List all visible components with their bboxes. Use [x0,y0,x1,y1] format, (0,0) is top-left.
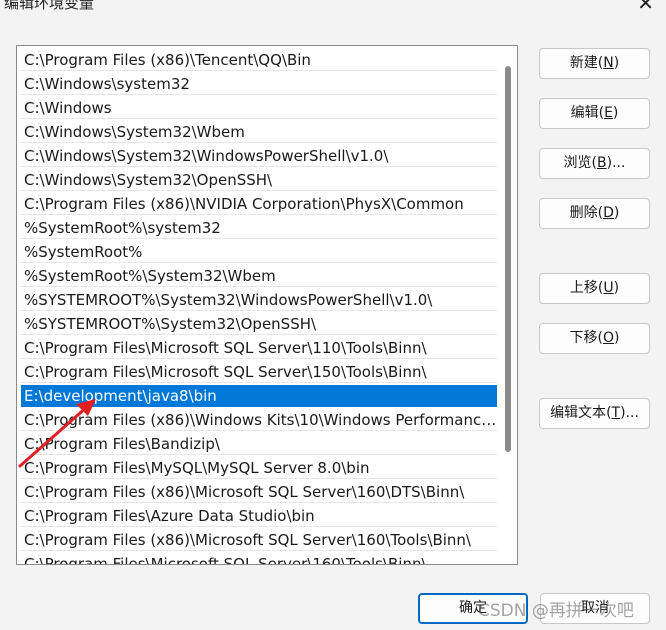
edit-button-key: E [604,105,613,121]
move-up-button-label: 上移 [569,280,598,296]
list-item[interactable]: %SystemRoot%\System32\Wbem [21,265,497,287]
move-up-button-key: U [603,280,614,296]
list-item[interactable]: C:\Windows [21,97,497,119]
edit-text-button-key: T [611,405,621,421]
list-item[interactable]: C:\Windows\System32\OpenSSH\ [21,169,497,191]
edit-text-button[interactable]: 编辑文本(T)... [539,398,650,429]
delete-button-label: 删除 [569,205,598,221]
list-item[interactable]: C:\Program Files\Azure Data Studio\bin [21,505,497,527]
list-item[interactable]: C:\Program Files (x86)\Windows Kits\10\W… [21,409,497,431]
delete-button-key: D [603,205,614,221]
list-item[interactable]: %SystemRoot%\system32 [21,217,497,239]
list-item[interactable]: C:\Windows\system32 [21,73,497,95]
new-button-label: 新建 [569,55,598,71]
list-item[interactable]: C:\Program Files (x86)\NVIDIA Corporatio… [21,193,497,215]
edit-button-label: 编辑 [570,105,599,121]
window-title: 编辑环境变量 [4,0,95,12]
close-icon[interactable]: ✕ [637,0,654,14]
watermark: CSDN @再拼一次吧 [478,601,634,621]
list-item[interactable]: C:\Windows\System32\Wbem [21,121,497,143]
browse-button[interactable]: 浏览(B)... [539,148,650,179]
move-down-button[interactable]: 下移(O) [539,323,650,354]
edit-button[interactable]: 编辑(E) [539,98,650,129]
list-item[interactable]: C:\Program Files\MySQL\MySQL Server 8.0\… [21,457,497,479]
title-bar: 编辑环境变量 ✕ [0,0,666,14]
list-scrollbar-thumb[interactable] [505,66,511,452]
new-button-key: N [603,55,614,71]
list-item[interactable]: C:\Program Files (x86)\Microsoft SQL Ser… [21,529,497,551]
move-up-button[interactable]: 上移(U) [539,273,650,304]
list-item[interactable]: C:\Program Files\Microsoft SQL Server\16… [21,553,497,564]
move-down-button-label: 下移 [569,330,598,346]
edit-text-button-label: 编辑文本 [550,405,607,421]
list-item[interactable]: %SYSTEMROOT%\System32\WindowsPowerShell\… [21,289,497,311]
browse-button-label: 浏览 [563,155,592,171]
delete-button[interactable]: 删除(D) [539,198,650,229]
list-item[interactable]: C:\Program Files\Microsoft SQL Server\15… [21,361,497,383]
list-item[interactable]: C:\Program Files\Bandizip\ [21,433,497,455]
browse-button-ellipsis: ... [612,155,626,171]
list-item[interactable]: C:\Program Files (x86)\Tencent\QQ\Bin [21,49,497,71]
move-down-button-key: O [602,330,615,346]
list-item-selected[interactable]: E:\development\java8\bin [21,385,497,407]
new-button[interactable]: 新建(N) [539,48,650,79]
list-item[interactable]: %SystemRoot% [21,241,497,263]
browse-button-key: B [597,155,607,171]
list-item[interactable]: %SYSTEMROOT%\System32\OpenSSH\ [21,313,497,335]
list-item[interactable]: C:\Program Files (x86)\Microsoft SQL Ser… [21,481,497,503]
edit-text-button-ellipsis: ... [625,405,639,421]
path-list[interactable]: C:\Program Files (x86)\Tencent\QQ\Bin C:\… [16,45,518,565]
list-item[interactable]: C:\Windows\System32\WindowsPowerShell\v1… [21,145,497,167]
list-item[interactable]: C:\Program Files\Microsoft SQL Server\11… [21,337,497,359]
